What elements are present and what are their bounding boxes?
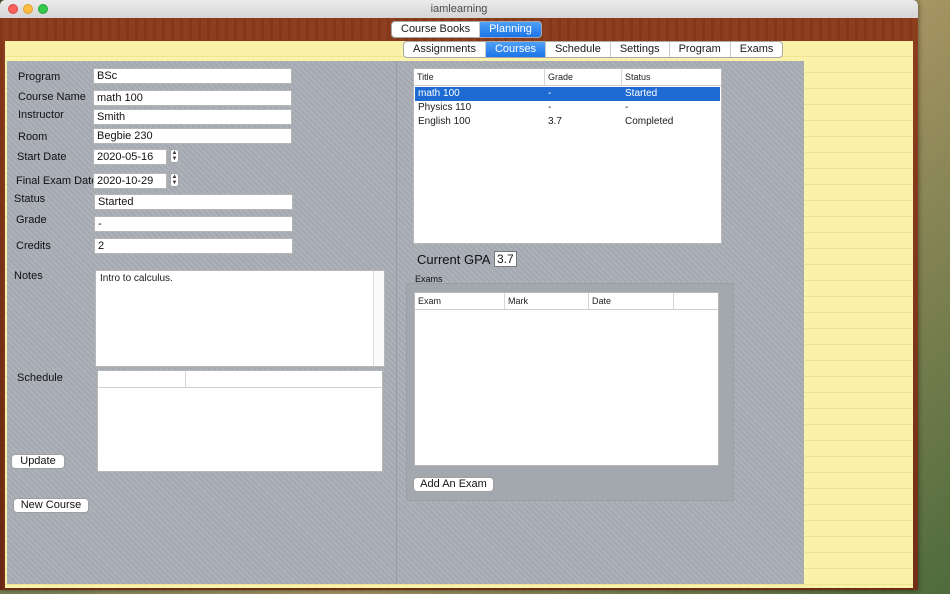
exams-group: Exam Mark Date Add An Exam <box>406 283 734 501</box>
cell-title: English 100 <box>418 116 471 127</box>
courses-table[interactable]: Title Grade Status math 100 - Started Ph… <box>413 68 722 244</box>
tab-planning[interactable]: Planning <box>480 22 541 37</box>
table-row[interactable]: math 100 - Started <box>415 87 720 101</box>
credits-label: Credits <box>16 240 51 252</box>
table-row[interactable]: Physics 110 - - <box>415 101 720 115</box>
credits-field[interactable]: 2 <box>94 238 293 254</box>
notes-label: Notes <box>14 270 43 282</box>
notes-scrollbar[interactable] <box>373 271 384 366</box>
top-tab-bar: Course Books Planning <box>391 21 542 38</box>
schedule-table[interactable] <box>97 370 383 472</box>
notepad-background: Assignments Courses Schedule Settings Pr… <box>5 41 913 588</box>
table-row[interactable]: English 100 3.7 Completed <box>415 115 720 129</box>
schedule-label: Schedule <box>17 372 63 384</box>
tab-assignments[interactable]: Assignments <box>404 42 486 57</box>
cell-grade: 3.7 <box>548 116 562 127</box>
schedule-column-2[interactable] <box>186 371 383 387</box>
column-grade[interactable]: Grade <box>545 69 622 85</box>
schedule-table-header <box>98 371 382 388</box>
room-field[interactable]: Begbie 230 <box>93 128 292 144</box>
room-label: Room <box>18 131 48 143</box>
cell-grade: - <box>548 102 552 113</box>
courses-table-header: Title Grade Status <box>414 69 721 86</box>
column-date[interactable]: Date <box>589 293 674 309</box>
tab-exams[interactable]: Exams <box>731 42 783 57</box>
column-status[interactable]: Status <box>622 69 722 85</box>
gpa-label: Current GPA : <box>417 252 497 267</box>
cell-title: Physics 110 <box>418 102 472 113</box>
notes-text: Intro to calculus. <box>100 273 173 284</box>
tab-courses[interactable]: Courses <box>485 42 546 57</box>
start-date-stepper[interactable]: ▲ ▼ <box>170 149 179 163</box>
window-title: iamlearning <box>430 3 488 15</box>
zoom-window-button[interactable] <box>38 4 48 14</box>
start-date-label: Start Date <box>17 151 67 163</box>
cell-title: math 100 <box>418 88 460 99</box>
panel-divider <box>396 61 397 584</box>
courses-panel: Program BSc Course Name math 100 Instruc… <box>7 61 804 584</box>
instructor-field[interactable]: Smith <box>93 109 292 125</box>
exams-table-header: Exam Mark Date <box>415 293 718 310</box>
column-title[interactable]: Title <box>414 69 545 85</box>
update-button[interactable]: Update <box>11 454 65 469</box>
tab-schedule[interactable]: Schedule <box>546 42 611 57</box>
final-exam-date-stepper[interactable]: ▲ ▼ <box>170 173 179 187</box>
close-window-button[interactable] <box>8 4 18 14</box>
grade-label: Grade <box>16 214 47 226</box>
gpa-value: 3.7 <box>494 251 517 267</box>
course-name-field[interactable]: math 100 <box>93 90 292 106</box>
title-bar: iamlearning <box>0 0 918 19</box>
course-name-label: Course Name <box>18 91 86 103</box>
column-mark[interactable]: Mark <box>505 293 589 309</box>
minimize-window-button[interactable] <box>23 4 33 14</box>
grade-field[interactable]: - <box>94 216 293 232</box>
add-exam-button[interactable]: Add An Exam <box>413 477 494 492</box>
notes-textarea[interactable]: Intro to calculus. <box>95 270 385 367</box>
tab-settings[interactable]: Settings <box>611 42 670 57</box>
cell-grade: - <box>548 88 552 99</box>
instructor-label: Instructor <box>18 109 64 121</box>
tab-program[interactable]: Program <box>670 42 731 57</box>
column-exam[interactable]: Exam <box>415 293 505 309</box>
sub-tab-bar: Assignments Courses Schedule Settings Pr… <box>403 41 784 58</box>
program-field[interactable]: BSc <box>93 68 292 84</box>
cell-status: - <box>625 102 629 113</box>
cell-status: Completed <box>625 116 674 127</box>
final-exam-date-label: Final Exam Date <box>16 175 98 187</box>
new-course-button[interactable]: New Course <box>13 498 89 513</box>
final-exam-date-field[interactable]: 2020-10-29 <box>93 173 167 189</box>
cell-status: Started <box>625 88 658 99</box>
exams-table[interactable]: Exam Mark Date <box>414 292 719 466</box>
program-label: Program <box>18 71 61 83</box>
schedule-column-1[interactable] <box>98 371 186 387</box>
status-field[interactable]: Started <box>94 194 293 210</box>
tab-course-books[interactable]: Course Books <box>392 22 481 37</box>
start-date-field[interactable]: 2020-05-16 <box>93 149 167 165</box>
status-label: Status <box>14 193 46 205</box>
app-window: iamlearning Course Books Planning Assign… <box>0 0 918 590</box>
